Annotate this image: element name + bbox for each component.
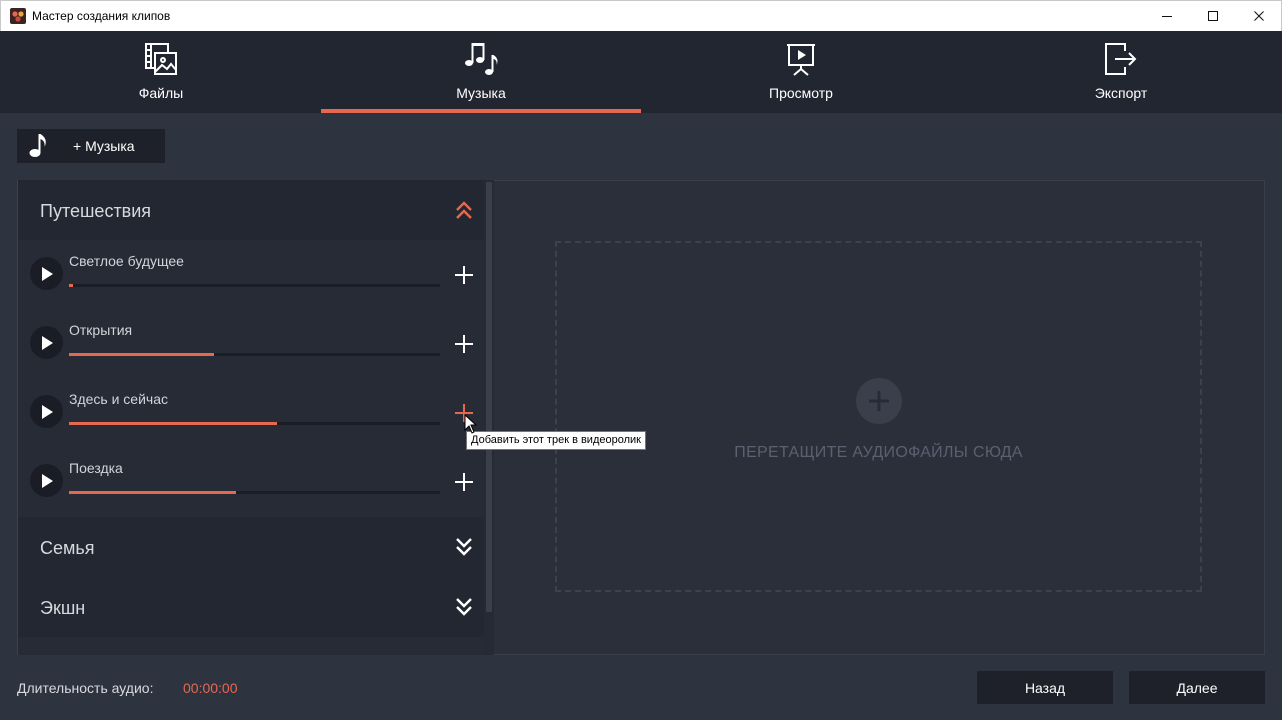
music-note-icon [17,129,59,163]
music-library: Путешествия Светлое будущее Открытия Зде… [17,180,494,655]
category-title: Путешествия [40,201,152,221]
category-family[interactable]: Семья [18,517,484,577]
tab-files[interactable]: Файлы [1,31,321,113]
tooltip: Добавить этот трек в видеоролик [466,431,646,450]
preview-icon [641,41,961,77]
play-icon [41,473,53,488]
track-name: Светлое будущее [69,253,184,269]
plus-icon [856,378,902,424]
app-logo-icon [10,8,26,24]
track-item: Светлое будущее [18,240,484,309]
play-button[interactable] [30,464,63,497]
tab-music[interactable]: Музыка [321,31,641,113]
category-action[interactable]: Экшн [18,577,484,637]
add-music-button[interactable]: + Музыка [17,129,165,163]
play-icon [41,335,53,350]
category-title: Экшн [40,598,86,618]
track-name: Здесь и сейчас [69,391,168,407]
wizard-steps: Файлы Музыка Просмотр Экспорт [0,31,1282,113]
back-button[interactable]: Назад [977,671,1113,704]
audio-drop-area[interactable]: ПЕРЕТАЩИТЕ АУДИОФАЙЛЫ СЮДА [494,180,1265,655]
audio-duration-label: Длительность аудио: [17,680,154,696]
chevron-down-icon[interactable] [454,535,474,559]
track-progress[interactable] [69,422,440,425]
drop-zone[interactable]: ПЕРЕТАЩИТЕ АУДИОФАЙЛЫ СЮДА [555,241,1202,592]
audio-duration-value: 00:00:00 [183,680,238,696]
track-item: Открытия [18,309,484,378]
add-music-label: + Музыка [73,138,135,154]
tab-files-label: Файлы [138,85,184,101]
tab-export[interactable]: Экспорт [961,31,1281,113]
add-track-icon[interactable] [453,264,475,286]
track-item: Поездка [18,447,484,516]
play-button[interactable] [30,326,63,359]
tab-preview[interactable]: Просмотр [641,31,961,113]
add-track-icon[interactable] [453,333,475,355]
track-progress[interactable] [69,284,440,287]
title-bar: Мастер создания клипов [0,0,1282,31]
play-button[interactable] [30,395,63,428]
track-name: Открытия [69,322,133,338]
track-name: Поездка [69,460,123,476]
close-button[interactable] [1236,1,1282,31]
track-item: Здесь и сейчас [18,378,484,447]
tab-music-label: Музыка [456,85,506,101]
library-scrollbar[interactable] [484,180,494,655]
play-button[interactable] [30,257,63,290]
chevron-up-icon[interactable] [454,198,474,222]
export-icon [961,41,1281,77]
minimize-button[interactable] [1144,1,1190,31]
drop-hint-text: ПЕРЕТАЩИТЕ АУДИОФАЙЛЫ СЮДА [734,444,1023,461]
mouse-cursor-icon [464,414,477,434]
track-progress[interactable] [69,353,440,356]
add-track-icon[interactable] [453,471,475,493]
files-icon [1,41,321,77]
music-notes-icon [321,41,641,77]
play-icon [41,266,53,281]
tab-preview-label: Просмотр [769,85,833,101]
tab-export-label: Экспорт [1094,85,1148,101]
window-title: Мастер создания клипов [32,9,171,23]
chevron-down-icon[interactable] [454,595,474,619]
maximize-button[interactable] [1190,1,1236,31]
scrollbar-thumb[interactable] [486,182,492,612]
play-icon [41,404,53,419]
track-progress[interactable] [69,491,440,494]
category-title: Семья [40,538,95,558]
category-travel[interactable]: Путешествия [18,180,484,240]
next-button[interactable]: Далее [1129,671,1265,704]
